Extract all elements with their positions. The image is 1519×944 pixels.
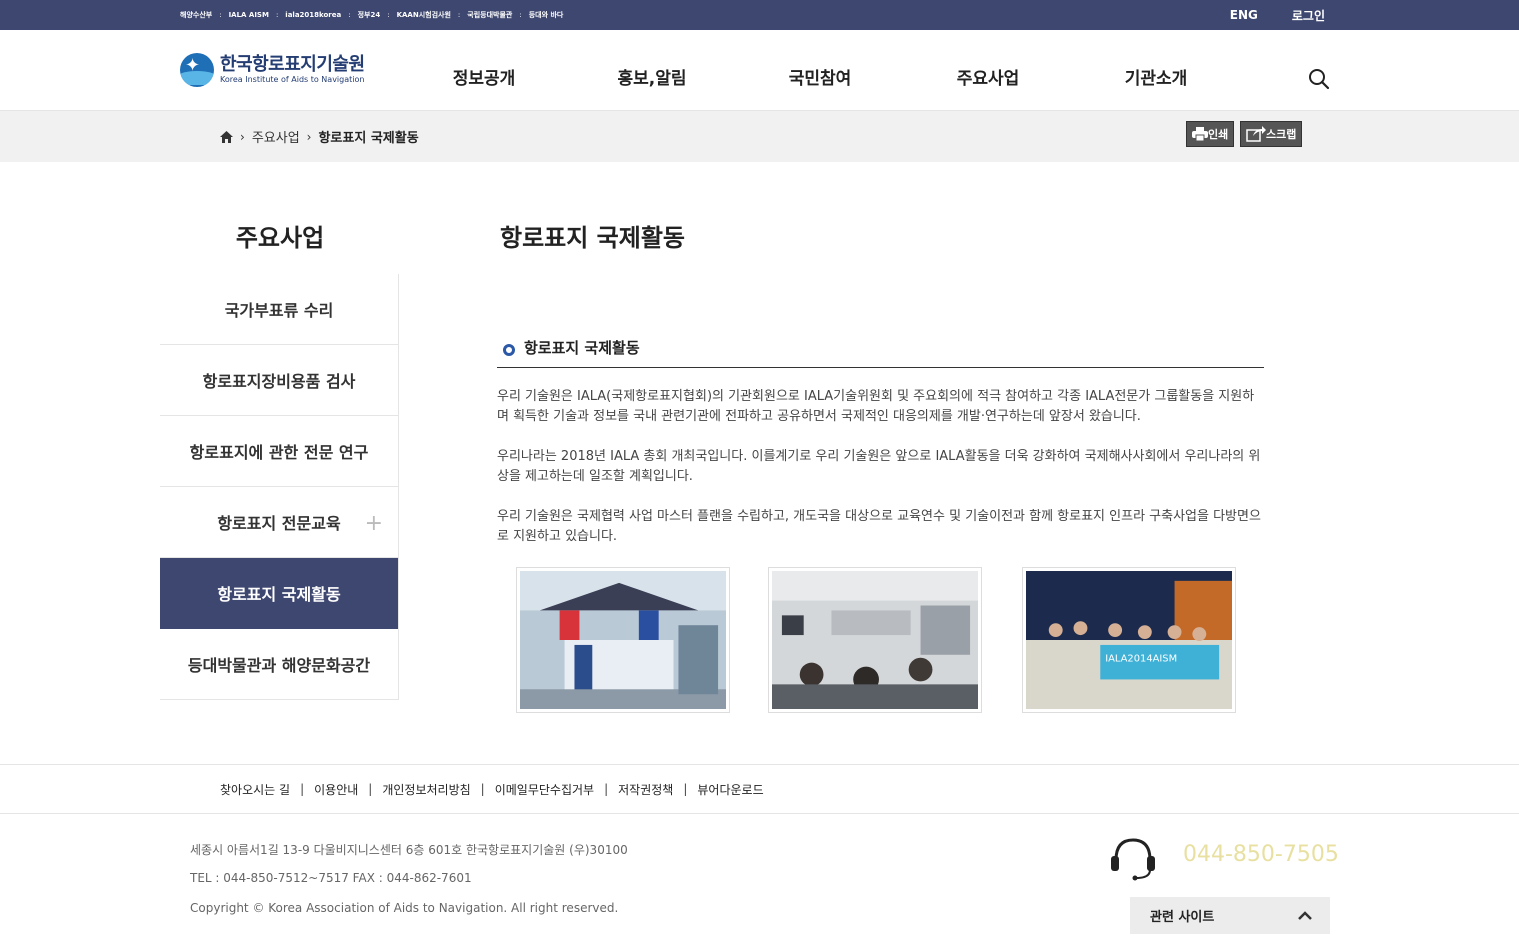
logo-text: 한국항로표지기술원 Korea Institute of Aids to Nav… [220,55,365,85]
chevron-up-icon [1298,911,1312,920]
print-label: 인쇄 [1208,128,1229,141]
toplink-gov24[interactable]: 정부24 [358,10,381,20]
photo-meeting-room [768,567,982,713]
toplink-museum[interactable]: 국립등대박물관 [467,10,512,20]
chevron-right-icon: › [306,129,312,144]
top-right-links: ENG 로그인 [1230,0,1325,30]
lnb-title: 주요사업 [235,224,325,252]
side-nav-label: 항로표지 국제활동 [217,585,341,604]
separator: | [604,782,609,796]
footer-links: 찾아오시는 길 | 이용안내 | 개인정보처리방침 | 이메일무단수집거부 | 저작권정… [220,765,764,813]
search-icon[interactable] [1308,68,1330,90]
separator: | [300,782,305,796]
separator: : [348,11,351,19]
content-paragraph: 우리 기술원은 국제협력 사업 마스터 플랜을 수립하고, 개도국을 대상으로 … [497,509,1261,544]
scrap-button[interactable]: 스크랩 [1240,121,1303,147]
scrap-label: 스크랩 [1266,128,1297,141]
side-nav-item-research[interactable]: 항로표지에 관한 전문 연구 [160,416,398,487]
gnb-item-participation[interactable]: 국민참여 [736,30,904,110]
footer-copyright: Copyright © Korea Association of Aids to… [190,901,619,915]
related-sites-label: 관련 사이트 [1150,910,1215,925]
footer-address: 세종시 아름서1길 13-9 다울비지니스센터 6층 601호 한국항로표지기술… [190,843,628,857]
separator: : [387,11,390,19]
bullet-icon [503,344,515,356]
logo-korean: 한국항로표지기술원 [220,54,365,75]
side-nav-item-education[interactable]: 항로표지 전문교육 + [160,487,398,558]
section-heading: 항로표지 국제활동 [497,337,1264,368]
section-heading-text: 항로표지 국제활동 [524,339,640,357]
side-nav-item-museum[interactable]: 등대박물관과 해양문화공간 [160,629,398,700]
footer-link-email-policy[interactable]: 이메일무단수집거부 [495,781,594,798]
family-site-links: 해양수산부: IALA AISM: iala2018korea: 정부24: K… [180,0,563,30]
breadcrumb: › 주요사업 › 항로표지 국제활동 [220,111,419,162]
toplink-mof[interactable]: 해양수산부 [180,10,212,20]
related-sites-toggle[interactable]: 관련 사이트 [1130,897,1330,934]
gnb-item-news[interactable]: 홍보,알림 [568,30,736,110]
side-nav-item-equipment-inspection[interactable]: 항로표지장비용품 검사 [160,345,398,416]
print-button[interactable]: 인쇄 [1186,121,1235,147]
logo-english: Korea Institute of Aids to Navigation [220,75,365,84]
side-nav-label: 항로표지에 관한 전문 연구 [189,443,369,462]
eng-link[interactable]: ENG [1230,8,1258,22]
side-nav-item-buoy-repair[interactable]: 국가부표류 수리 [160,274,398,345]
top-utility-bar: 해양수산부: IALA AISM: iala2018korea: 정부24: K… [0,0,1519,30]
print-icon [1192,127,1208,141]
plus-icon[interactable]: + [365,511,383,536]
headset-icon [1111,838,1155,881]
separator: : [219,11,222,19]
side-nav-label: 등대박물관과 해양문화공간 [187,656,371,675]
side-nav-item-international[interactable]: 항로표지 국제활동 [160,558,398,629]
toplink-iala2018[interactable]: iala2018korea [285,11,341,19]
login-link[interactable]: 로그인 [1292,7,1325,24]
gnb-item-business[interactable]: 주요사업 [904,30,1072,110]
footer-link-copyright[interactable]: 저작권정책 [618,781,673,798]
gnb-item-about[interactable]: 기관소개 [1072,30,1240,110]
toplink-lighthouse[interactable]: 등대와 바다 [529,10,564,20]
footer-tel-fax: TEL : 044-850-7512~7517 FAX : 044-862-76… [190,871,472,885]
logo-emblem-icon [180,53,214,87]
breadcrumb-item-business[interactable]: 주요사업 [252,127,300,146]
separator: | [368,782,373,796]
separator: : [275,11,279,19]
site-header: 한국항로표지기술원 Korea Institute of Aids to Nav… [0,30,1519,111]
footer-link-directions[interactable]: 찾아오시는 길 [220,781,290,798]
footer-link-viewer[interactable]: 뷰어다운로드 [697,781,763,798]
toplink-kaan[interactable]: KAAN시험검사원 [397,10,451,20]
home-icon[interactable] [220,130,233,143]
side-nav: 국가부표류 수리 항로표지장비용품 검사 항로표지에 관한 전문 연구 항로표지… [160,274,399,700]
separator: : [457,11,461,19]
conference-banner-text: IALA2014AISM [1105,654,1177,665]
contact-phone: 044-850-7505 [1183,842,1339,867]
footer-link-privacy[interactable]: 개인정보처리방침 [382,781,470,798]
site-logo[interactable]: 한국항로표지기술원 Korea Institute of Aids to Nav… [180,53,365,87]
gnb-item-info[interactable]: 정보공개 [400,30,568,110]
global-nav: 정보공개 홍보,알림 국민참여 주요사업 기관소개 [400,30,1240,110]
footer-links-bar: 찾아오시는 길 | 이용안내 | 개인정보처리방침 | 이메일무단수집거부 | 저작권정… [0,764,1519,814]
footer-link-usage[interactable]: 이용안내 [314,781,358,798]
chevron-right-icon: › [240,129,245,144]
side-nav-label: 항로표지장비용품 검사 [202,372,356,391]
photo-exhibition-booth [516,567,730,713]
content-paragraph: 우리나라는 2018년 IALA 총회 개최국입니다. 이를계기로 우리 기술원… [497,449,1261,484]
side-nav-label: 항로표지 전문교육 [217,514,341,533]
separator: | [480,782,485,796]
side-nav-label: 국가부표류 수리 [224,301,334,320]
toplink-iala[interactable]: IALA AISM [229,11,269,19]
breadcrumb-current: 항로표지 국제활동 [318,131,419,146]
scrap-icon [1246,126,1266,142]
separator: | [683,782,688,796]
separator: : [519,11,522,19]
page-title: 항로표지 국제활동 [500,224,685,252]
content-paragraph: 우리 기술원은 IALA(국제항로표지협회)의 기관회원으로 IALA기술위원회… [497,389,1255,424]
photo-iala-conference: IALA2014AISM [1022,567,1236,713]
